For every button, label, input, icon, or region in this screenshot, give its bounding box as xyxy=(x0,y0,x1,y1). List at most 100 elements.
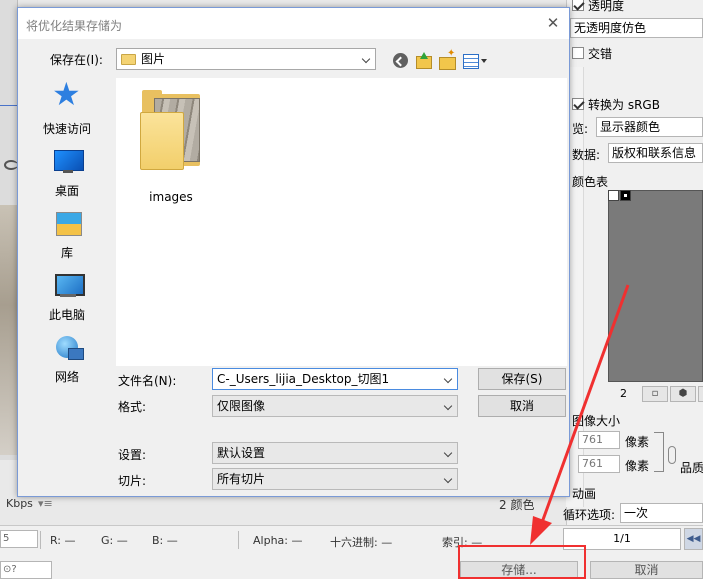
zoom-value: 5 xyxy=(3,533,10,544)
canvas-photo xyxy=(0,205,18,455)
save-in-label: 保存在(I): xyxy=(50,53,103,67)
place-label: 此电脑 xyxy=(48,308,85,322)
network-icon xyxy=(54,334,84,362)
folder-name[interactable]: images xyxy=(134,190,208,204)
folder-icon xyxy=(121,54,136,65)
slices-select[interactable]: 所有切片 xyxy=(212,468,458,490)
loop-value: 一次 xyxy=(624,506,649,520)
width-field[interactable]: 761 xyxy=(578,431,620,449)
quality-label: 品质 xyxy=(680,461,703,475)
settings-label: 设置: xyxy=(118,448,147,462)
transparency-dither-value: 无透明度仿色 xyxy=(574,21,647,35)
save-in-select[interactable]: 图片 xyxy=(116,48,376,70)
color-table-label: 颜色表 xyxy=(572,175,609,189)
cancel-file-button[interactable]: 取消 xyxy=(478,395,566,417)
b-readout: B: — xyxy=(152,534,178,547)
transparency-checkbox[interactable] xyxy=(572,0,584,11)
r-readout: R: — xyxy=(50,534,76,547)
close-icon[interactable]: ✕ xyxy=(541,12,565,34)
slices-value: 所有切片 xyxy=(217,472,266,486)
cancel-button[interactable]: 取消 xyxy=(590,561,703,579)
height-field[interactable]: 761 xyxy=(578,455,620,473)
map-transparency-icon[interactable]: ▫ xyxy=(642,386,668,402)
metadata-select[interactable]: 版权和联系信息 xyxy=(608,143,703,163)
metadata-value: 版权和联系信息 xyxy=(612,146,697,160)
filename-input[interactable]: C-_Users_lijia_Desktop_切图1 xyxy=(212,368,458,390)
chevron-down-icon xyxy=(443,448,453,458)
hex-readout: 十六进制: — xyxy=(330,536,393,549)
place-this-pc[interactable]: 此电脑 xyxy=(18,264,116,324)
height-unit: 像素 xyxy=(625,459,650,473)
colors-count: 2 颜色 xyxy=(499,498,535,512)
place-label: 网络 xyxy=(54,370,79,384)
save-optimized-dialog: 将优化结果存储为 ✕ 保存在(I): 图片 快速访问 桌面 库 此电脑 网络 xyxy=(17,7,570,497)
color-swatch-black[interactable] xyxy=(620,190,631,201)
convert-srgb-checkbox[interactable] xyxy=(572,98,584,110)
web-shift-icon[interactable]: ⬢ xyxy=(670,386,696,402)
pager-value: 1/1 xyxy=(613,532,631,545)
place-label: 桌面 xyxy=(54,184,79,198)
format-select[interactable]: 仅限图像 xyxy=(212,395,458,417)
transparency-dither-select[interactable]: 无透明度仿色 xyxy=(570,18,703,38)
view-menu-icon[interactable] xyxy=(462,52,488,70)
image-size-label: 图像大小 xyxy=(572,414,621,428)
color-count: 2 xyxy=(620,387,627,400)
lock-color-icon[interactable] xyxy=(698,386,703,402)
place-quick-access[interactable]: 快速访问 xyxy=(18,78,116,138)
slices-label: 切片: xyxy=(118,474,147,488)
width-unit: 像素 xyxy=(625,435,650,449)
quick-access-icon xyxy=(52,78,84,114)
save-in-value: 图片 xyxy=(141,52,166,66)
dialog-titlebar[interactable]: 将优化结果存储为 ✕ xyxy=(18,8,569,39)
new-folder-icon[interactable] xyxy=(438,48,456,70)
back-icon[interactable] xyxy=(392,52,410,70)
help-select[interactable]: ⊙? xyxy=(0,561,52,579)
g-readout: G: — xyxy=(101,534,128,547)
interlaced-checkbox[interactable] xyxy=(572,47,584,59)
animation-label: 动画 xyxy=(572,487,597,501)
preview-value: 显示器颜色 xyxy=(600,120,661,134)
preview-label: 览: xyxy=(572,122,589,136)
place-library[interactable]: 库 xyxy=(18,202,116,262)
chevron-down-icon xyxy=(361,54,371,64)
dialog-title: 将优化结果存储为 xyxy=(26,19,123,33)
this-pc-icon xyxy=(54,272,85,300)
folder-item-images[interactable] xyxy=(140,90,202,172)
guide-line xyxy=(0,105,18,106)
place-desktop[interactable]: 桌面 xyxy=(18,140,116,200)
help-icon[interactable]: ⊙? xyxy=(3,564,17,575)
settings-select[interactable]: 默认设置 xyxy=(212,442,458,464)
first-frame-icon[interactable]: ◀◀ xyxy=(684,528,703,550)
interlaced-label: 交错 xyxy=(588,46,613,61)
place-label: 库 xyxy=(60,246,73,260)
filename-value: C-_Users_lijia_Desktop_切图1 xyxy=(217,372,390,386)
transparency-row[interactable]: 透明度 xyxy=(572,0,624,14)
chevron-down-icon xyxy=(443,474,453,484)
kbps-menu-icon[interactable]: ▾≡ xyxy=(38,497,53,510)
convert-srgb-label: 转换为 sRGB xyxy=(588,97,660,112)
format-value: 仅限图像 xyxy=(217,399,266,413)
folder-icon-front xyxy=(140,112,184,170)
link-icon[interactable] xyxy=(668,446,676,464)
interlaced-row[interactable]: 交错 xyxy=(572,44,612,62)
save-file-button[interactable]: 保存(S) xyxy=(478,368,566,390)
settings-value: 默认设置 xyxy=(217,446,266,460)
kbps-label: Kbps xyxy=(6,497,33,510)
canvas-scribble xyxy=(4,160,18,170)
preview-select[interactable]: 显示器颜色 xyxy=(596,117,703,137)
places-bar: 快速访问 桌面 库 此电脑 网络 xyxy=(18,78,116,438)
chevron-down-icon xyxy=(443,401,453,411)
zoom-select[interactable]: 5 xyxy=(0,530,38,548)
metadata-label: 数据: xyxy=(572,148,601,162)
alpha-readout: Alpha: — xyxy=(253,534,303,547)
place-network[interactable]: 网络 xyxy=(18,326,116,386)
color-swatch-white[interactable] xyxy=(608,190,619,201)
chevron-down-icon[interactable] xyxy=(443,374,453,384)
status-separator xyxy=(238,531,239,549)
up-folder-icon[interactable] xyxy=(414,52,432,70)
loop-select[interactable]: 一次 xyxy=(620,503,703,523)
file-list[interactable]: images xyxy=(116,78,567,366)
convert-srgb-row[interactable]: 转换为 sRGB xyxy=(572,95,660,113)
color-table[interactable] xyxy=(608,190,703,382)
loop-label: 循环选项: xyxy=(563,508,616,522)
